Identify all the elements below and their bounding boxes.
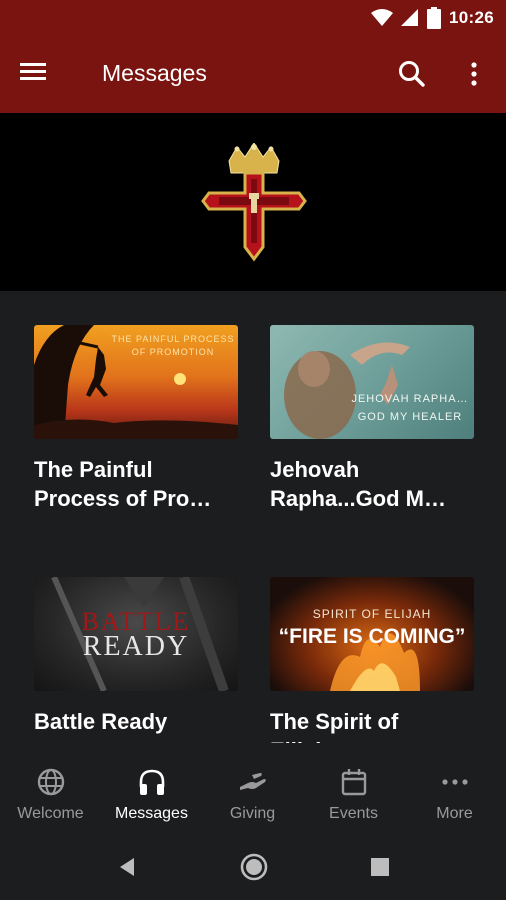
message-title: The Painful Process of Pro…: [34, 457, 212, 511]
nav-giving[interactable]: Giving: [202, 743, 303, 838]
status-time: 10:26: [449, 8, 494, 27]
thumb-caption: SPIRIT OF ELIJAH: [312, 607, 432, 621]
message-card-painful-process[interactable]: THE PAINFUL PROCESS OF PROMOTION The Pai…: [34, 325, 238, 513]
recents-icon[interactable]: [369, 856, 391, 878]
wifi-icon: [371, 9, 394, 26]
hamburger-line: [20, 70, 46, 73]
app-bar: Messages: [0, 36, 506, 113]
nav-more[interactable]: More: [404, 743, 505, 838]
search-icon: [399, 61, 425, 87]
thumb-caption: OF PROMOTION: [131, 347, 215, 357]
message-title: Battle Ready: [34, 709, 168, 734]
cell-signal-icon: [401, 9, 419, 26]
giving-hand-icon: [240, 773, 266, 790]
page-title: Messages: [102, 60, 207, 86]
message-thumbnail: BATTLE READY: [34, 577, 238, 691]
message-card-battle-ready[interactable]: BATTLE READY Battle Ready: [34, 577, 238, 736]
nav-label: Messages: [115, 805, 188, 822]
church-banner: [0, 113, 506, 291]
hamburger-line: [20, 77, 46, 80]
system-navigation-bar: [0, 838, 506, 900]
overflow-menu-button[interactable]: [466, 58, 482, 90]
nav-messages[interactable]: Messages: [101, 743, 202, 838]
thumb-caption: JEHOVAH RAPHA…: [351, 393, 469, 405]
nav-label: Giving: [229, 805, 276, 822]
back-icon[interactable]: [116, 855, 140, 879]
message-title: Jehovah Rapha...God M…: [270, 457, 446, 511]
nav-events[interactable]: Events: [303, 743, 404, 838]
hamburger-icon: [20, 63, 46, 66]
headphones-icon: [139, 769, 165, 795]
nav-welcome[interactable]: Welcome: [0, 743, 101, 838]
home-icon[interactable]: [239, 852, 269, 882]
message-thumbnail: THE PAINFUL PROCESS OF PROMOTION: [34, 325, 238, 439]
nav-label: Events: [329, 805, 378, 822]
thumb-caption: “FIRE IS COMING”: [278, 625, 466, 648]
calendar-icon: [341, 769, 367, 796]
message-thumbnail: SPIRIT OF ELIJAH “FIRE IS COMING”: [270, 577, 474, 691]
status-bar: 10:26: [0, 0, 506, 36]
crown-cross-logo: [201, 143, 307, 262]
bottom-navigation: Welcome Messages Giving Events More: [0, 743, 506, 838]
message-card-spirit-of-elijah[interactable]: SPIRIT OF ELIJAH “FIRE IS COMING” The Sp…: [270, 577, 474, 743]
thumb-caption: READY: [82, 631, 190, 662]
message-title: The Spirit of Elijah: [270, 709, 399, 743]
more-vert-icon: [471, 62, 477, 86]
more-horiz-icon: [442, 779, 468, 785]
globe-icon: [37, 768, 65, 796]
battery-icon: [427, 7, 442, 29]
menu-button[interactable]: [20, 60, 60, 90]
nav-label: More: [436, 805, 473, 822]
messages-grid: THE PAINFUL PROCESS OF PROMOTION The Pai…: [0, 291, 506, 743]
thumb-caption: GOD MY HEALER: [357, 411, 463, 423]
search-button[interactable]: [396, 58, 428, 90]
message-card-jehovah-rapha[interactable]: JEHOVAH RAPHA… GOD MY HEALER Jehovah Rap…: [270, 325, 474, 513]
nav-label: Welcome: [17, 805, 84, 822]
thumb-caption: THE PAINFUL PROCESS: [111, 334, 235, 344]
message-thumbnail: JEHOVAH RAPHA… GOD MY HEALER: [270, 325, 474, 439]
